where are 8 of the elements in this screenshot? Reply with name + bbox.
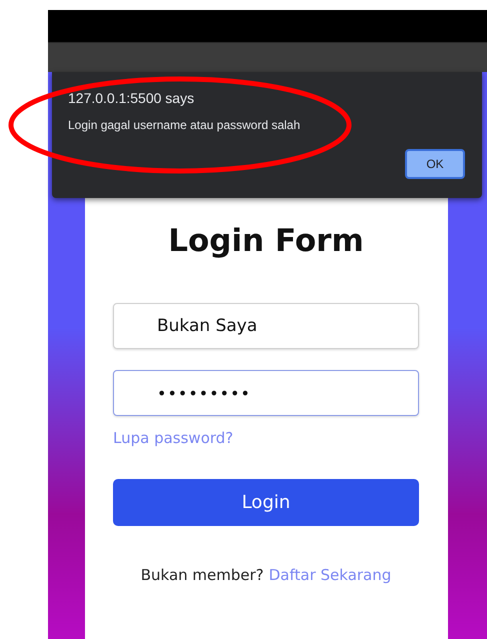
password-field[interactable]: ••••••••• [113,370,419,416]
footer-text: Bukan member? [140,566,264,584]
username-field[interactable]: Bukan Saya [113,303,419,349]
login-button[interactable]: Login [113,479,419,526]
form-title: Login Form [167,223,365,259]
dialog-origin: 127.0.0.1:5500 says [68,90,194,106]
dialog-message: Login gagal username atau password salah [68,118,300,132]
ok-button[interactable]: OK [405,149,465,179]
